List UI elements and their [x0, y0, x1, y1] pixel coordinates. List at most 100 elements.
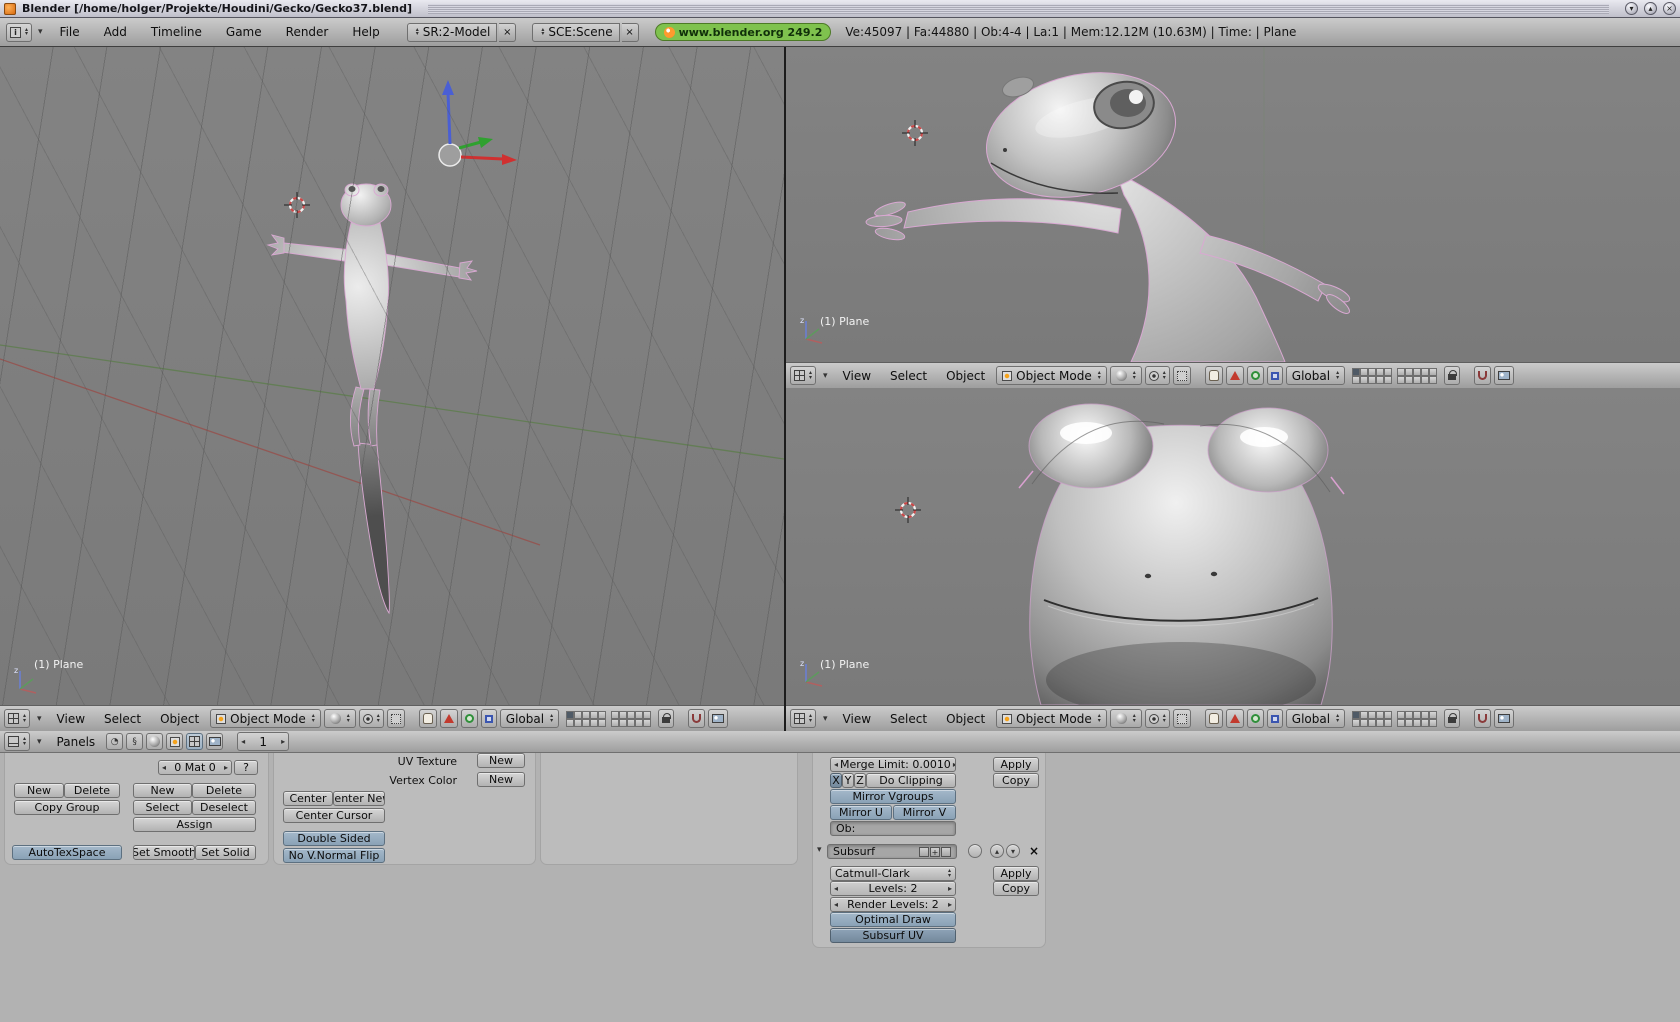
menu-view[interactable]: View	[835, 369, 879, 383]
pivot-dropdown[interactable]: ▴ ▾	[358, 709, 384, 728]
mirror-apply-button[interactable]: Apply	[993, 757, 1039, 772]
vgroup-delete-button[interactable]: Delete	[192, 783, 256, 798]
mirror-vgroups-toggle[interactable]: Mirror Vgroups	[830, 789, 956, 804]
panels-menu[interactable]: Panels	[49, 735, 104, 749]
snap-magnet-button[interactable]	[1474, 366, 1492, 385]
modifier-delete-button[interactable]: ×	[1026, 843, 1042, 858]
manipulator-toggle-button[interactable]	[1204, 709, 1223, 728]
material-index-field[interactable]: ◂ 0 Mat 0 ▸	[158, 760, 232, 775]
manipulator-rotate-button[interactable]	[1246, 366, 1264, 385]
header-collapse-icon[interactable]: ▾	[33, 714, 46, 724]
manipulator-toggle-button[interactable]	[1204, 366, 1223, 385]
autotexspace-toggle[interactable]: AutoTexSpace	[12, 845, 122, 860]
optimal-draw-toggle[interactable]: Optimal Draw	[830, 912, 956, 927]
vgroup-assign-button[interactable]: Assign	[133, 817, 256, 832]
mirror-axis-z-toggle[interactable]: Z	[854, 773, 866, 788]
lock-toggle-button[interactable]	[658, 709, 675, 728]
material-new-button[interactable]: New	[14, 783, 64, 798]
mirror-axis-y-toggle[interactable]: Y	[842, 773, 854, 788]
manipulator-translate-button[interactable]	[439, 709, 458, 728]
manipulator-toggle-button[interactable]	[418, 709, 437, 728]
menu-add[interactable]: Add	[93, 25, 138, 39]
header-collapse-icon[interactable]: ▾	[819, 371, 832, 381]
layer-grid-right[interactable]	[611, 710, 652, 727]
manipulator-scale-button[interactable]	[1266, 709, 1283, 728]
editor-type-button[interactable]: ▴ ▾	[4, 709, 31, 728]
menu-game[interactable]: Game	[215, 25, 273, 39]
uv-texture-new-button[interactable]: New	[477, 753, 525, 768]
context-scene-icon[interactable]	[206, 733, 224, 750]
mirror-object-field[interactable]: Ob:	[830, 821, 956, 836]
manipulator-translate-button[interactable]	[1225, 709, 1244, 728]
modifier-editmode-icon[interactable]	[941, 846, 951, 857]
snap-element-button[interactable]	[1172, 709, 1191, 728]
manipulator-rotate-button[interactable]	[1246, 709, 1264, 728]
menu-file[interactable]: File	[49, 25, 91, 39]
snap-element-button[interactable]	[386, 709, 405, 728]
subsurf-copy-button[interactable]: Copy	[993, 881, 1039, 896]
vgroup-select-button[interactable]: Select	[133, 800, 192, 815]
scene-clear-button[interactable]: ×	[621, 22, 639, 42]
subsurf-name-field[interactable]: Subsurf +	[827, 844, 957, 859]
layer-buttons[interactable]	[1352, 367, 1438, 384]
editor-type-button[interactable]: ▴ ▾	[4, 732, 31, 751]
screen-clear-button[interactable]: ×	[499, 22, 517, 42]
mirror-copy-button[interactable]: Copy	[993, 773, 1039, 788]
frame-stepper[interactable]: ◂ 1 ▸	[237, 732, 290, 751]
screen-selector[interactable]: ▴ ▾ SR:2-Model	[406, 22, 498, 42]
editor-type-button[interactable]: ▴ ▾	[790, 366, 817, 385]
menu-view[interactable]: View	[49, 712, 93, 726]
titlebar[interactable]: Blender [/home/holger/Projekte/Houdini/G…	[0, 0, 1680, 18]
center-cursor-button[interactable]: Center Cursor	[283, 808, 385, 823]
header-collapse-icon[interactable]: ▾	[33, 737, 46, 747]
scene-selector[interactable]: ▴ ▾ SCE:Scene	[532, 22, 620, 42]
mode-dropdown[interactable]: Object Mode ▴ ▾	[996, 366, 1107, 385]
render-preview-button[interactable]	[1494, 366, 1515, 385]
subsurf-uv-toggle[interactable]: Subsurf UV	[830, 928, 956, 943]
do-clipping-toggle[interactable]: Do Clipping	[866, 773, 956, 788]
context-logic-icon[interactable]: ◔	[106, 733, 124, 750]
subsurf-render-levels-field[interactable]: ◂ Render Levels: 2 ▸	[830, 897, 956, 912]
layer-grid-left[interactable]	[1352, 710, 1393, 727]
menu-select[interactable]: Select	[882, 369, 935, 383]
center-new-button[interactable]: Center New	[333, 791, 385, 806]
context-shading-icon[interactable]	[146, 733, 164, 750]
layer-buttons[interactable]	[1352, 710, 1438, 727]
layer-grid-left[interactable]	[566, 710, 607, 727]
pivot-dropdown[interactable]: ▴ ▾	[1144, 709, 1170, 728]
orientation-dropdown[interactable]: Global ▴ ▾	[1285, 709, 1346, 728]
editor-type-button[interactable]: ▴ ▾	[790, 709, 817, 728]
vgroup-deselect-button[interactable]: Deselect	[192, 800, 256, 815]
context-editing-icon[interactable]	[186, 733, 204, 750]
modifier-oncage-button[interactable]	[968, 844, 982, 858]
mode-dropdown[interactable]: Object Mode ▴ ▾	[996, 709, 1107, 728]
mirror-axis-x-toggle[interactable]: X	[830, 773, 842, 788]
menu-select[interactable]: Select	[96, 712, 149, 726]
menu-view[interactable]: View	[835, 712, 879, 726]
subsurf-levels-field[interactable]: ◂ Levels: 2 ▸	[830, 881, 956, 896]
merge-limit-field[interactable]: ◂Merge Limit: 0.0010▸	[830, 757, 956, 772]
snap-magnet-button[interactable]	[688, 709, 706, 728]
header-collapse-icon[interactable]: ▾	[819, 714, 832, 724]
viewport-bottom-right[interactable]: z (1) Plane ▴ ▾ ▾ View Select Object Obje…	[786, 388, 1680, 731]
draw-type-dropdown[interactable]: ▴ ▾	[1109, 709, 1142, 728]
draw-type-dropdown[interactable]: ▴ ▾	[323, 709, 356, 728]
manipulator-translate-button[interactable]	[1225, 366, 1244, 385]
lock-toggle-button[interactable]	[1444, 366, 1461, 385]
layer-grid-right[interactable]	[1397, 710, 1438, 727]
viewport-top-right[interactable]: z (1) Plane ▴ ▾ ▾ View Select Object Obje…	[786, 47, 1680, 388]
orientation-dropdown[interactable]: Global ▴ ▾	[1285, 366, 1346, 385]
viewport-3d-canvas[interactable]: z (1) Plane	[786, 47, 1680, 363]
viewport-3d-canvas[interactable]: z (1) Plane	[0, 47, 784, 705]
viewport-3d-canvas[interactable]: z (1) Plane	[786, 388, 1680, 718]
mirror-u-toggle[interactable]: Mirror U	[830, 805, 892, 820]
context-object-icon[interactable]	[166, 733, 184, 750]
modifier-render-icon[interactable]	[919, 846, 929, 857]
menu-object[interactable]: Object	[938, 712, 993, 726]
window-close-button[interactable]: ×	[1663, 2, 1676, 15]
material-delete-button[interactable]: Delete	[64, 783, 120, 798]
modifier-movedown-button[interactable]: ▾	[1006, 844, 1020, 858]
vgroup-new-button[interactable]: New	[133, 783, 192, 798]
window-shade-button[interactable]: ▾	[1625, 2, 1638, 15]
menu-object[interactable]: Object	[152, 712, 207, 726]
